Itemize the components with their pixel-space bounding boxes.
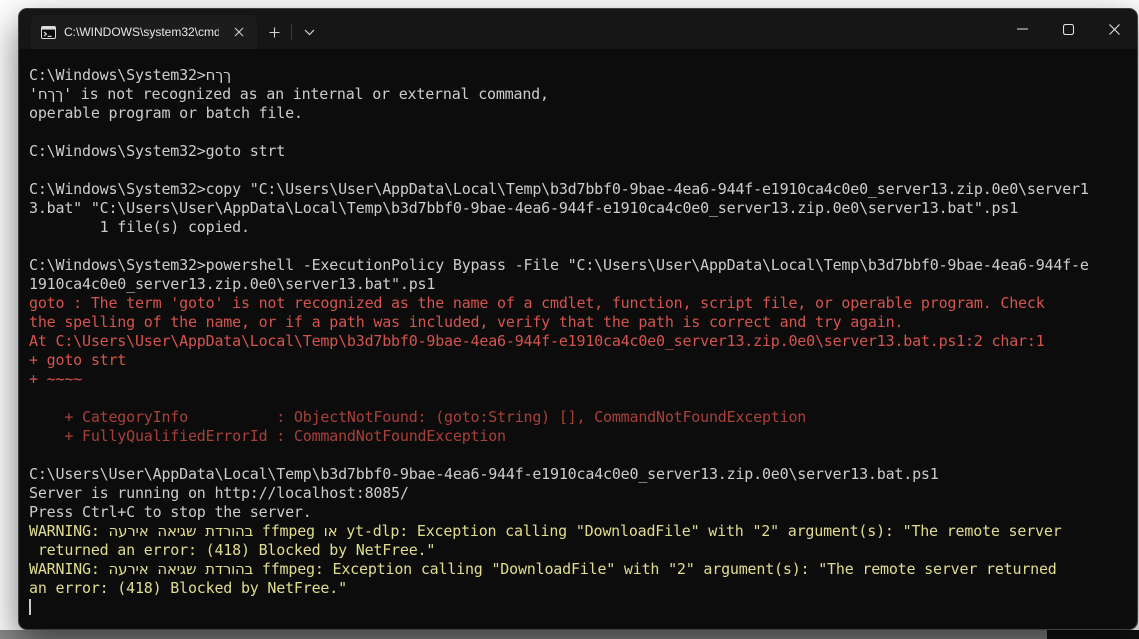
- terminal-line: + FullyQualifiedErrorId : CommandNotFoun…: [29, 427, 1137, 446]
- chevron-down-icon[interactable]: [292, 15, 326, 49]
- terminal-output[interactable]: C:\Windows\System32>חךך'חךך' is not reco…: [19, 50, 1137, 629]
- terminal-line: WARNING: העריא האיגש תדרוהב ffmpeg: Exce…: [29, 560, 1137, 579]
- terminal-line: [29, 123, 1137, 142]
- terminal-line: goto : The term 'goto' is not recognized…: [29, 294, 1137, 313]
- terminal-line: C:\Windows\System32>goto strt: [29, 142, 1137, 161]
- terminal-line: 'חךך' is not recognized as an internal o…: [29, 85, 1137, 104]
- terminal-line: [29, 446, 1137, 465]
- terminal-line: returned an error: (418) Blocked by NetF…: [29, 541, 1137, 560]
- terminal-line: Server is running on http://localhost:80…: [29, 484, 1137, 503]
- terminal-cursor-line: [29, 598, 1137, 617]
- tab-close-icon[interactable]: [227, 20, 251, 44]
- terminal-line: 1 file(s) copied.: [29, 218, 1137, 237]
- terminal-line: WARNING: העריא האיגש תדרוהב ffmpeg וא yt…: [29, 522, 1137, 541]
- terminal-line: an error: (418) Blocked by NetFree.": [29, 579, 1137, 598]
- terminal-line: + ~~~~: [29, 370, 1137, 389]
- terminal-line: + CategoryInfo : ObjectNotFound: (goto:S…: [29, 408, 1137, 427]
- minimize-button[interactable]: [999, 9, 1045, 49]
- terminal-line: operable program or batch file.: [29, 104, 1137, 123]
- titlebar[interactable]: C:\WINDOWS\system32\cmd.e: [19, 9, 1137, 49]
- cmd-icon: [41, 25, 56, 40]
- tab-cmd[interactable]: C:\WINDOWS\system32\cmd.e: [31, 15, 257, 49]
- terminal-line: the spelling of the name, or if a path w…: [29, 313, 1137, 332]
- terminal-line: [29, 389, 1137, 408]
- terminal-line: Press Ctrl+C to stop the server.: [29, 503, 1137, 522]
- desktop-strip: [0, 630, 1139, 639]
- terminal-line: [29, 161, 1137, 180]
- plus-icon[interactable]: [257, 15, 291, 49]
- maximize-button[interactable]: [1045, 9, 1091, 49]
- terminal-line: 1910ca4c0e0_server13.zip.0e0\server13.ba…: [29, 275, 1137, 294]
- titlebar-drag-area[interactable]: [326, 9, 999, 49]
- terminal-window: C:\WINDOWS\system32\cmd.e: [18, 8, 1138, 630]
- terminal-line: At C:\Users\User\AppData\Local\Temp\b3d7…: [29, 332, 1137, 351]
- terminal-line: 3.bat" "C:\Users\User\AppData\Local\Temp…: [29, 199, 1137, 218]
- terminal-line: C:\Windows\System32>חךך: [29, 66, 1137, 85]
- terminal-line: C:\Users\User\AppData\Local\Temp\b3d7bbf…: [29, 465, 1137, 484]
- terminal-line: C:\Windows\System32>copy "C:\Users\User\…: [29, 180, 1137, 199]
- text-cursor: [29, 599, 31, 615]
- terminal-line: [29, 237, 1137, 256]
- close-button[interactable]: [1091, 9, 1137, 49]
- terminal-line: + goto strt: [29, 351, 1137, 370]
- desktop-strip-dark: [1047, 630, 1139, 639]
- tab-title: C:\WINDOWS\system32\cmd.e: [64, 25, 219, 39]
- terminal-line: C:\Windows\System32>powershell -Executio…: [29, 256, 1137, 275]
